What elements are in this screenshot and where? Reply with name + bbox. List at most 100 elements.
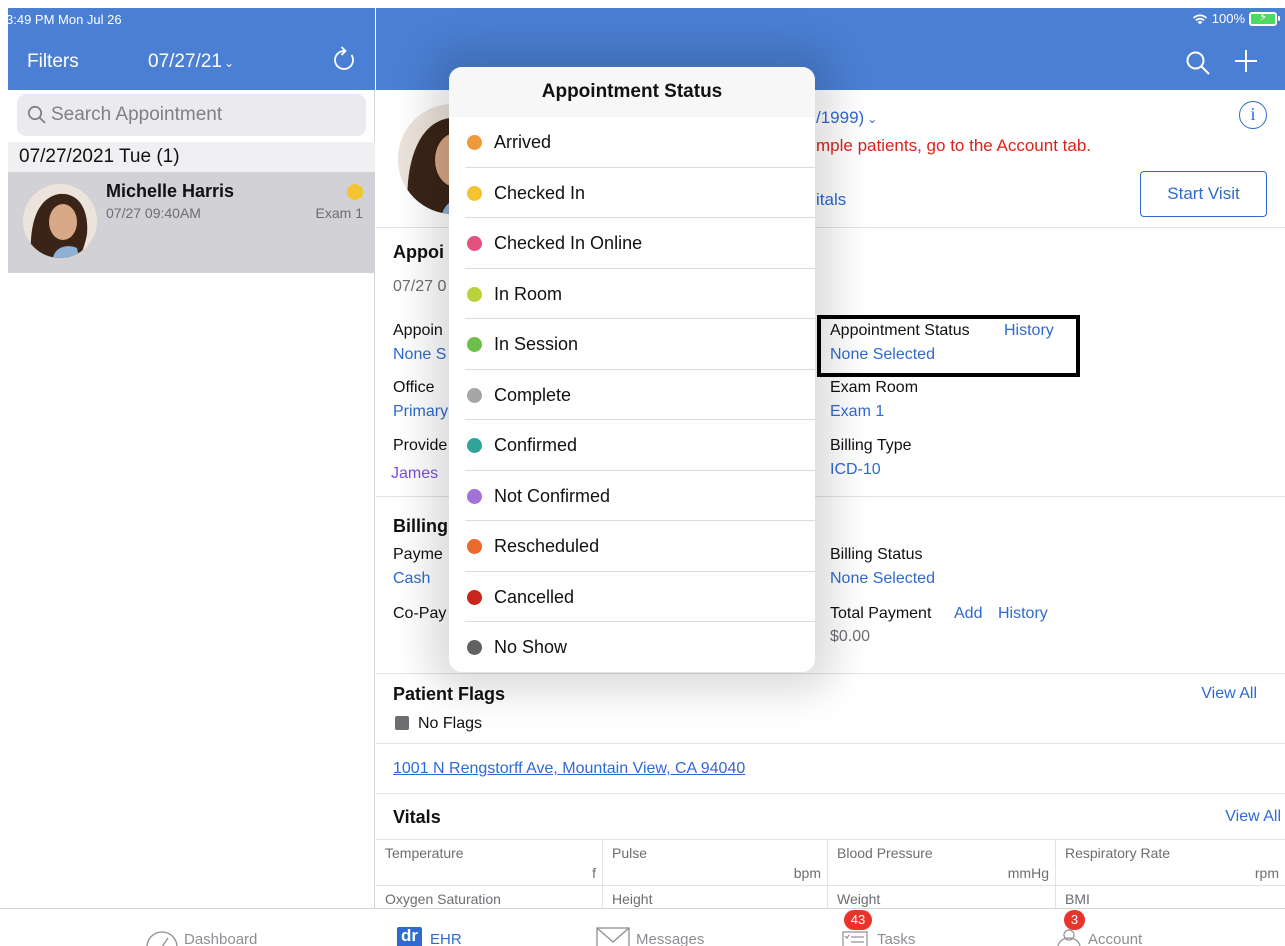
tab-account[interactable]: 3 Account — [1054, 909, 1164, 946]
status-color-dot — [467, 640, 482, 655]
status-option-no-show[interactable]: No Show — [449, 622, 815, 672]
appointment-type-label: Appoin — [393, 322, 443, 339]
appointment-status-highlight — [817, 315, 1080, 377]
status-color-dot — [467, 337, 482, 352]
envelope-icon — [596, 927, 630, 946]
info-icon[interactable]: i — [1239, 101, 1267, 129]
sample-patient-warning: mple patients, go to the Account tab. — [816, 136, 1092, 155]
office-label: Office — [393, 379, 435, 396]
payment-label: Payme — [393, 546, 443, 563]
dashboard-icon — [146, 931, 178, 946]
date-picker[interactable]: 07/27/21 ⌄ — [148, 51, 234, 73]
appointment-row[interactable]: Michelle Harris 07/27 09:40AM Exam 1 — [8, 172, 375, 273]
patient-flags-title: Patient Flags — [393, 684, 506, 704]
status-option-not-confirmed[interactable]: Not Confirmed — [449, 471, 815, 521]
tab-bar: Dashboard dr EHR Messages 43 Tasks 3 Acc… — [0, 908, 1285, 946]
refresh-icon[interactable] — [331, 44, 357, 74]
status-color-dot — [467, 135, 482, 150]
status-time: 3:49 PM Mon Jul 26 — [6, 12, 122, 27]
status-option-checked-in[interactable]: Checked In — [449, 168, 815, 218]
status-option-label: Checked In — [494, 182, 586, 203]
tab-messages[interactable]: Messages — [596, 909, 716, 946]
vital-name: Respiratory Rate — [1065, 845, 1171, 861]
date-group-header: 07/27/2021 Tue (1) — [8, 142, 375, 172]
patient-dob: /1999) — [816, 108, 865, 127]
start-visit-button[interactable]: Start Visit — [1140, 171, 1267, 217]
tab-ehr[interactable]: dr EHR — [396, 909, 486, 946]
vital-name: Temperature — [385, 845, 464, 861]
filters-button[interactable]: Filters — [27, 51, 79, 73]
status-option-in-session[interactable]: In Session — [449, 319, 815, 370]
vital-respiratory-rate[interactable]: Respiratory Rate rpm — [1056, 840, 1285, 886]
divider — [376, 743, 1285, 744]
status-option-label: Complete — [494, 384, 572, 405]
billing-status-value[interactable]: None Selected — [830, 570, 935, 588]
avatar — [23, 184, 97, 258]
exam-room-value[interactable]: Exam 1 — [830, 403, 884, 421]
tasks-badge: 43 — [844, 910, 872, 930]
divider — [376, 673, 1285, 674]
vital-blood-pressure[interactable]: Blood Pressure mmHg — [828, 840, 1056, 886]
checklist-icon — [842, 931, 868, 946]
search-icon[interactable] — [1185, 50, 1211, 76]
status-color-dot — [467, 438, 482, 453]
vitals-title: Vitals — [393, 807, 441, 827]
status-option-label: Cancelled — [494, 586, 575, 607]
status-color-dot — [467, 488, 482, 504]
vital-unit: f — [592, 865, 596, 881]
payment-history-link[interactable]: History — [998, 605, 1048, 623]
status-option-complete[interactable]: Complete — [449, 370, 815, 420]
vital-name: Blood Pressure — [837, 845, 933, 861]
divider — [376, 793, 1285, 794]
status-option-in-room[interactable]: In Room — [449, 269, 815, 319]
tab-label: Account — [1088, 931, 1143, 946]
appointment-type-value[interactable]: None S — [393, 346, 446, 364]
status-color-dot — [467, 589, 482, 605]
payment-value[interactable]: Cash — [393, 570, 430, 588]
chevron-down-icon: ⌄ — [223, 56, 235, 70]
vital-unit: rpm — [1254, 865, 1279, 881]
vital-temperature[interactable]: Temperature f — [376, 840, 603, 886]
search-bar[interactable] — [17, 94, 366, 136]
total-payment-label: Total Payment — [830, 605, 932, 622]
total-payment-value: $0.00 — [830, 628, 871, 645]
status-option-rescheduled[interactable]: Rescheduled — [449, 521, 815, 572]
status-color-dot — [467, 286, 482, 302]
flags-view-all-link[interactable]: View All — [1201, 685, 1257, 703]
patient-name: Michelle Harris — [106, 181, 235, 201]
vitals-view-all-link[interactable]: View All — [1225, 808, 1281, 826]
status-option-cancelled[interactable]: Cancelled — [449, 572, 815, 622]
no-flags-text: No Flags — [418, 715, 483, 732]
appointment-room: Exam 1 — [315, 205, 363, 221]
patient-address-link[interactable]: 1001 N Rengstorff Ave, Mountain View, CA… — [393, 760, 745, 778]
tab-label: Dashboard — [184, 931, 258, 946]
chevron-down-icon: ⌄ — [867, 112, 878, 126]
status-bar: 3:49 PM Mon Jul 26 100% ⚡ — [0, 0, 1285, 34]
tab-label: Messages — [636, 931, 705, 946]
vital-name: Pulse — [612, 845, 648, 861]
status-option-checked-in-online[interactable]: Checked In Online — [449, 218, 815, 269]
tab-tasks[interactable]: 43 Tasks — [840, 909, 930, 946]
status-indicators: 100% ⚡ — [1192, 10, 1280, 26]
provider-value[interactable]: James — [391, 465, 438, 483]
search-input[interactable] — [51, 100, 351, 130]
provider-label: Provide — [393, 437, 448, 454]
vital-name: BMI — [1065, 891, 1090, 907]
status-option-label: Checked In Online — [494, 233, 643, 253]
vital-name: Oxygen Saturation — [385, 891, 501, 907]
account-badge: 3 — [1064, 910, 1085, 930]
tab-dashboard[interactable]: Dashboard — [144, 909, 264, 946]
vital-unit: mmHg — [1007, 865, 1049, 881]
patient-dob-selector[interactable]: /1999) ⌄ — [816, 108, 877, 128]
vital-pulse[interactable]: Pulse bpm — [603, 840, 828, 886]
billing-type-value[interactable]: ICD-10 — [830, 461, 881, 479]
add-icon[interactable] — [1233, 48, 1259, 74]
add-payment-link[interactable]: Add — [954, 605, 982, 623]
vital-name: Height — [612, 891, 653, 907]
status-option-arrived[interactable]: Arrived — [449, 117, 815, 168]
office-value[interactable]: Primary — [393, 403, 448, 421]
vitals-link[interactable]: itals — [816, 190, 846, 210]
battery-icon: ⚡ — [1249, 10, 1280, 26]
status-option-confirmed[interactable]: Confirmed — [449, 420, 815, 471]
status-option-label: Confirmed — [494, 435, 578, 455]
